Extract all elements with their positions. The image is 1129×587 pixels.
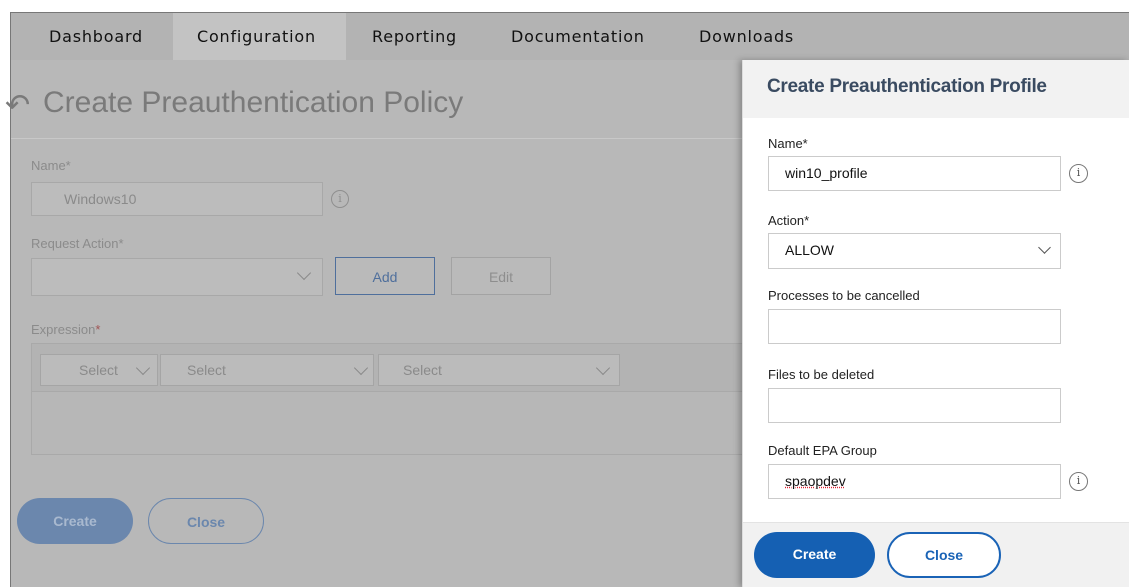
info-icon[interactable]: i [1069,472,1088,491]
panel-title: Create Preauthentication Profile [767,76,1047,97]
expression-select-3[interactable]: Select [378,354,620,386]
tab-configuration[interactable]: Configuration [173,13,346,60]
expression-label-text: Expression [31,322,96,337]
info-icon[interactable]: i [331,190,349,208]
name-label: Name* [31,158,71,173]
expression-toolbar: Select Select Select [32,344,744,392]
create-profile-panel: Create Preauthentication Profile Name* w… [742,60,1129,587]
files-input[interactable] [768,388,1061,423]
expression-editor: Select Select Select [31,343,744,455]
action-label: Action* [768,213,810,228]
divider [11,138,743,139]
panel-header: Create Preauthentication Profile [743,60,1129,118]
epa-group-input[interactable]: spaopdev [768,464,1061,499]
page-title: Create Preauthentication Policy [43,86,464,119]
tab-documentation[interactable]: Documentation [511,13,645,60]
top-nav: Dashboard Configuration Reporting Docume… [10,12,1129,60]
required-mark: * [95,322,101,337]
processes-label: Processes to be cancelled [768,288,920,303]
request-action-select[interactable] [31,258,323,296]
request-action-label: Request Action* [31,236,124,251]
action-select[interactable]: ALLOW [768,233,1061,269]
policy-close-button[interactable]: Close [148,498,264,544]
expression-select-2[interactable]: Select [160,354,374,386]
policy-page-overlay: ↶ Create Preauthentication Policy Name* … [5,60,744,587]
tab-downloads[interactable]: Downloads [699,13,794,60]
profile-name-input[interactable]: win10_profile [768,156,1061,191]
info-icon[interactable]: i [1069,164,1088,183]
processes-input[interactable] [768,309,1061,344]
add-action-button[interactable]: Add [335,257,435,295]
edit-action-button[interactable]: Edit [451,257,551,295]
profile-close-button[interactable]: Close [887,532,1001,578]
tab-dashboard[interactable]: Dashboard [49,13,143,60]
epa-group-value: spaopdev [785,473,846,489]
profile-name-label: Name* [768,136,808,151]
window-border-top [0,0,1129,12]
back-arrow-icon[interactable]: ↶ [5,88,30,123]
files-label: Files to be deleted [768,367,875,382]
app-window: Dashboard Configuration Reporting Docume… [0,0,1129,587]
policy-create-button[interactable]: Create [17,498,133,544]
expression-label: Expression* [31,322,100,337]
panel-footer: Create Close [743,522,1129,587]
policy-name-input[interactable]: Windows10 [31,182,323,216]
profile-create-button[interactable]: Create [754,532,875,578]
epa-group-label: Default EPA Group [768,443,877,458]
tab-reporting[interactable]: Reporting [372,13,457,60]
